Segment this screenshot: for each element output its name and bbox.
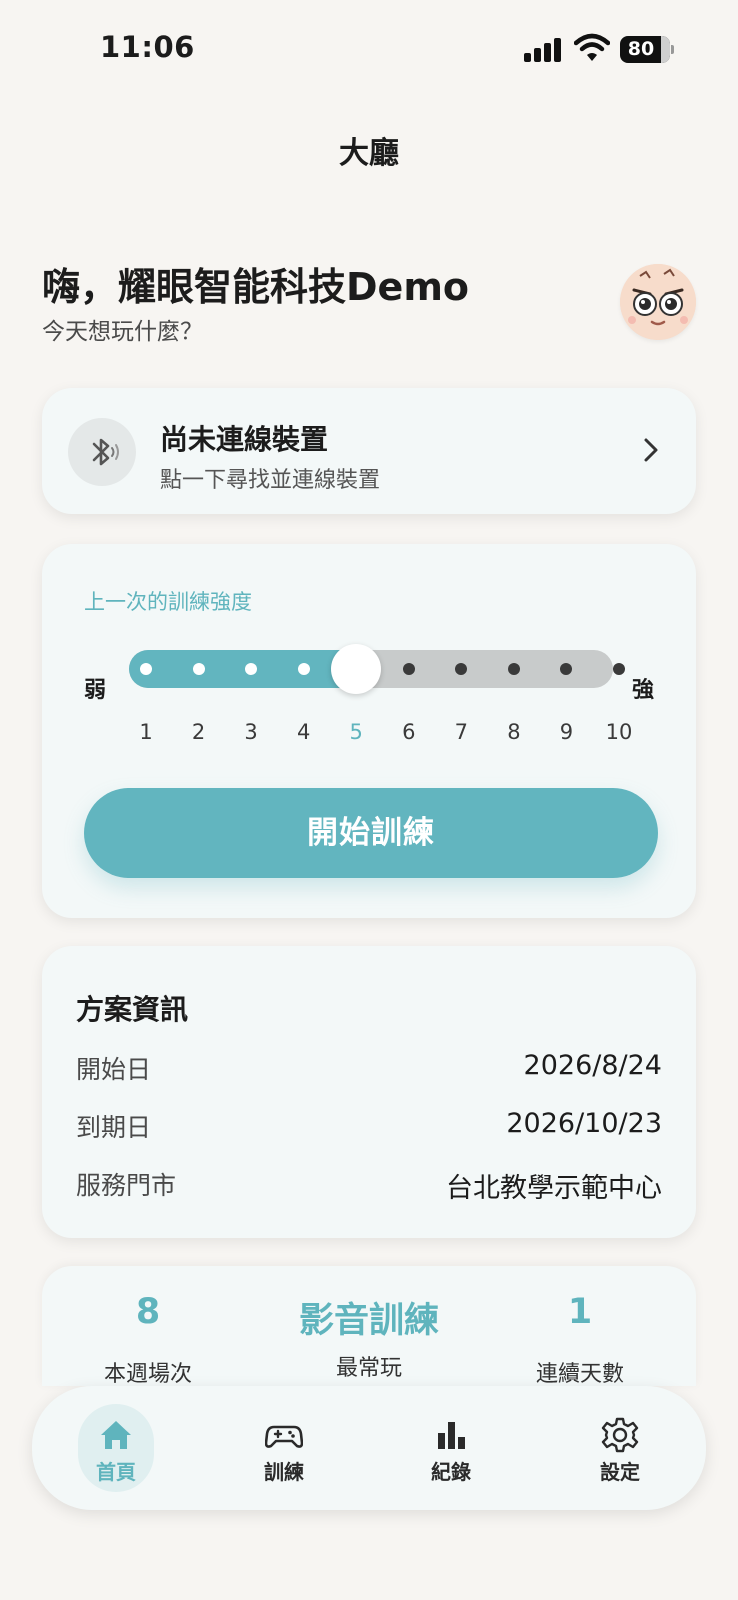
status-bar: 11:06 80 bbox=[0, 0, 738, 100]
intensity-step-dot[interactable] bbox=[192, 663, 205, 675]
intensity-tick-label: 9 bbox=[559, 720, 574, 744]
chevron-right-icon bbox=[644, 438, 658, 462]
stat-streak-days-value: 1 bbox=[567, 1292, 593, 1332]
wifi-icon bbox=[574, 33, 610, 61]
plan-row-store: 服務門市 台北教學示範中心 bbox=[76, 1166, 662, 1206]
avatar-face-icon bbox=[620, 264, 696, 340]
tab-label: 設定 bbox=[600, 1460, 640, 1484]
tab-label: 訓練 bbox=[264, 1460, 304, 1484]
last-intensity-label: 上一次的訓練強度 bbox=[84, 590, 252, 614]
intensity-step-dot[interactable] bbox=[140, 663, 152, 675]
strong-label: 強 bbox=[632, 678, 655, 703]
tab-label: 首頁 bbox=[96, 1460, 136, 1484]
intensity-step-dot[interactable] bbox=[507, 663, 520, 675]
tab-label: 紀錄 bbox=[431, 1460, 471, 1484]
start-training-button[interactable]: 開始訓練 bbox=[84, 788, 658, 878]
stat-streak-days-label: 連續天數 bbox=[535, 1362, 624, 1386]
bluetooth-icon bbox=[92, 438, 119, 466]
plan-info-title: 方案資訊 bbox=[76, 993, 189, 1026]
gear-icon bbox=[601, 1417, 639, 1453]
plan-row-value: 台北教學示範中心 bbox=[446, 1173, 662, 1204]
plan-row-value: 2026/8/24 bbox=[523, 1050, 662, 1081]
plan-info-card: 方案資訊 開始日 2026/8/24 到期日 2026/10/23 服務門市 台… bbox=[42, 946, 696, 1238]
home-icon bbox=[101, 1421, 131, 1449]
battery-level: 80 bbox=[627, 38, 655, 60]
stat-most-played-label: 最常玩 bbox=[335, 1356, 402, 1381]
plan-row-key: 服務門市 bbox=[76, 1171, 177, 1200]
intensity-step-dot[interactable] bbox=[245, 663, 258, 675]
tab-training[interactable]: 訓練 bbox=[246, 1404, 322, 1492]
tab-records[interactable]: 紀錄 bbox=[413, 1404, 489, 1492]
battery-icon: 80 bbox=[620, 36, 674, 63]
bluetooth-icon-container bbox=[68, 418, 136, 486]
stat-weekly-sessions-value: 8 bbox=[135, 1292, 161, 1332]
device-status-subtitle: 點一下尋找並連線裝置 bbox=[160, 468, 381, 493]
tab-settings[interactable]: 設定 bbox=[582, 1404, 658, 1492]
intensity-slider-fill bbox=[129, 650, 357, 688]
greeting-title: 嗨，耀眼智能科技Demo bbox=[42, 265, 470, 309]
intensity-tick-label: 3 bbox=[244, 720, 258, 744]
greeting-subtitle: 今天想玩什麼？ bbox=[42, 319, 203, 345]
plan-row-key: 開始日 bbox=[76, 1055, 152, 1084]
cellular-signal-icon bbox=[524, 38, 562, 62]
intensity-tick-label: 8 bbox=[507, 720, 521, 744]
intensity-tick-label: 2 bbox=[191, 720, 206, 744]
intensity-tick-label: 5 bbox=[349, 720, 363, 744]
device-connect-card[interactable]: 尚未連線裝置 點一下尋找並連線裝置 bbox=[42, 388, 696, 514]
intensity-slider-knob[interactable] bbox=[331, 644, 382, 694]
plan-row-key: 到期日 bbox=[76, 1113, 152, 1142]
intensity-tick-label: 6 bbox=[402, 720, 416, 744]
stat-most-played-value: 影音訓練 bbox=[298, 1301, 439, 1341]
plan-row-value: 2026/10/23 bbox=[506, 1108, 662, 1139]
tab-home[interactable]: 首頁 bbox=[78, 1404, 154, 1492]
intensity-step-dot[interactable] bbox=[297, 663, 310, 675]
intensity-step-dot[interactable] bbox=[402, 663, 415, 675]
weak-label: 弱 bbox=[84, 678, 107, 703]
intensity-tick-label: 10 bbox=[605, 720, 633, 744]
intensity-tick-label: 4 bbox=[296, 720, 311, 744]
stat-weekly-sessions-label: 本週場次 bbox=[103, 1362, 192, 1386]
intensity-tick-label: 7 bbox=[454, 720, 469, 744]
avatar[interactable] bbox=[620, 264, 696, 340]
plan-row-end-date: 到期日 2026/10/23 bbox=[76, 1108, 662, 1148]
intensity-tick-label: 1 bbox=[139, 720, 153, 744]
device-status-title: 尚未連線裝置 bbox=[160, 423, 329, 456]
training-card: 上一次的訓練強度 弱 強 1 2 3 4 5 6 7 8 9 10 開始訓練 bbox=[42, 544, 696, 918]
plan-row-start-date: 開始日 2026/8/24 bbox=[76, 1050, 662, 1090]
status-time: 11:06 bbox=[100, 30, 195, 64]
bar-chart-icon bbox=[438, 1422, 465, 1449]
stats-card: 8 本週場次 影音訓練 最常玩 1 連續天數 bbox=[42, 1266, 696, 1386]
gamepad-icon bbox=[265, 1425, 303, 1448]
bottom-tab-bar: 首頁 訓練 紀錄 設定 bbox=[32, 1386, 706, 1510]
page-title: 大廳 bbox=[339, 136, 399, 171]
intensity-step-dot[interactable] bbox=[613, 663, 625, 675]
